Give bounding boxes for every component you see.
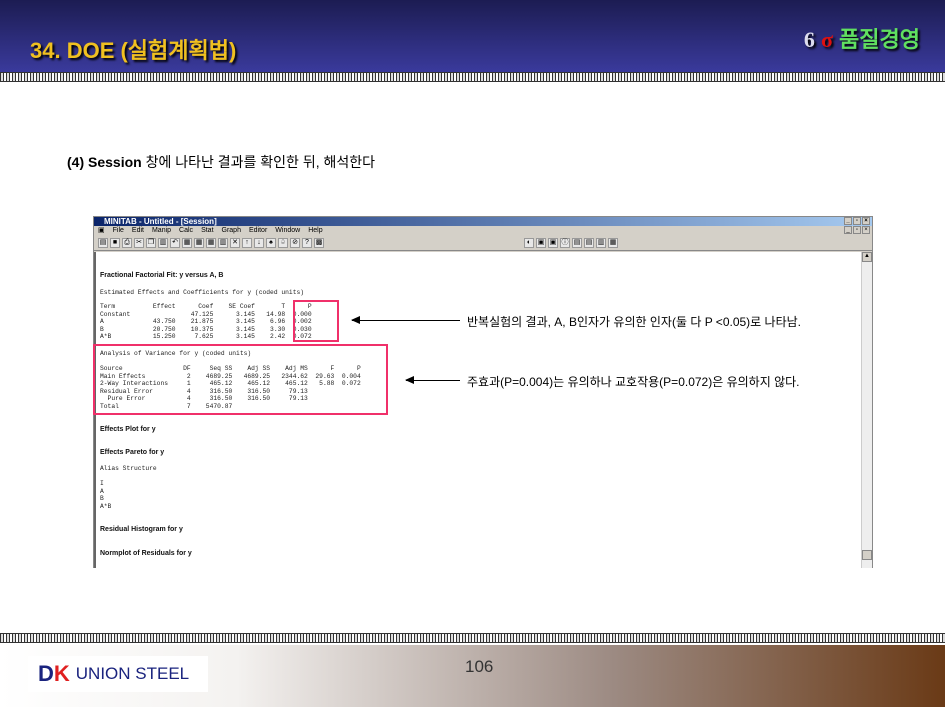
menu-calc[interactable]: Calc: [179, 226, 193, 236]
tool-icon-3[interactable]: ▣: [548, 238, 558, 248]
close-icon[interactable]: ×: [862, 217, 870, 225]
window-titlebar: MINITAB - Untitled - [Session] _ ▫ ×: [94, 217, 872, 226]
graph-icon[interactable]: ✕: [230, 238, 240, 248]
child-close-icon[interactable]: ×: [862, 226, 870, 234]
arrow-left-icon: [351, 316, 460, 324]
logo-name: UNION STEEL: [75, 664, 190, 683]
print-icon[interactable]: ⎙: [122, 238, 132, 248]
effects-plot-heading: Effects Plot for y: [100, 426, 156, 433]
grid-icon[interactable]: ▦: [206, 238, 216, 248]
replace-icon[interactable]: ♤: [278, 238, 288, 248]
cancel-icon[interactable]: ⊘: [290, 238, 300, 248]
logo-mark: DK: [38, 661, 70, 686]
effects-table: Term Effect Coef SE Coef T P Constant 47…: [100, 303, 312, 341]
info-icon[interactable]: ⓘ: [560, 238, 570, 248]
copy-icon[interactable]: ❐: [146, 238, 156, 248]
p-value-highlight: [293, 300, 339, 342]
fit-heading: Fractional Factorial Fit: y versus A, B: [100, 272, 224, 279]
minimize-icon[interactable]: _: [844, 217, 852, 225]
step-instruction: (4) Session 창에 나타난 결과를 확인한 뒤, 해석한다: [67, 152, 375, 172]
union-steel-logo: DK UNION STEEL: [28, 656, 208, 692]
bottom-border: [0, 633, 945, 643]
normplot-heading: Normplot of Residuals for y: [100, 550, 192, 557]
down-arrow-icon[interactable]: ↓: [254, 238, 264, 248]
scroll-thumb[interactable]: [862, 550, 872, 560]
brand-six: 6: [803, 27, 815, 52]
brand-title: 6 σ 품질경영: [804, 22, 920, 54]
alias-title: Alias Structure: [100, 465, 157, 472]
tool-icon-8[interactable]: ▦: [608, 238, 618, 248]
slide-title: 34. DOE (실험계획법): [30, 38, 237, 63]
effects-pareto-heading: Effects Pareto for y: [100, 449, 165, 456]
tool-icon-7[interactable]: ▥: [596, 238, 606, 248]
child-minimize-icon[interactable]: _: [844, 226, 852, 234]
cut-icon[interactable]: ✂: [134, 238, 144, 248]
session-window-icon[interactable]: ▦: [182, 238, 192, 248]
menu-manip[interactable]: Manip: [152, 226, 171, 236]
top-border: [0, 72, 945, 82]
toolbar: ▤ ■ ⎙ ✂ ❐ ▥ ↶ ▦ ▦ ▦ ▥ ✕ ↑ ↓ ♠ ♤ ⊘? ▩ ◐ ▣ ▣ ⓘ ▤ ▤ ▥ ▦: [94, 236, 872, 251]
alias-list: I A B A*B: [100, 480, 112, 510]
tool-icon-1[interactable]: ◐: [524, 238, 534, 248]
up-arrow-icon[interactable]: ↑: [242, 238, 252, 248]
step-text: 창에 나타난 결과를 확인한 뒤, 해석한다: [145, 154, 376, 170]
table-icon[interactable]: ▥: [218, 238, 228, 248]
open-icon[interactable]: ▤: [98, 238, 108, 248]
child-restore-icon[interactable]: ▫: [853, 226, 861, 234]
residual-histogram-heading: Residual Histogram for y: [100, 526, 183, 533]
menu-file[interactable]: File: [113, 226, 124, 236]
effects-title: Estimated Effects and Coefficients for y…: [100, 289, 305, 296]
worksheet-icon[interactable]: ▦: [194, 238, 204, 248]
save-icon[interactable]: ■: [110, 238, 120, 248]
help-icon[interactable]: ?: [302, 238, 312, 248]
tool-icon-6[interactable]: ▤: [584, 238, 594, 248]
menu-help[interactable]: Help: [308, 226, 322, 236]
menu-edit[interactable]: Edit: [132, 226, 144, 236]
annotation-effects: 반복실험의 결과, A, B인자가 유의한 인자(둘 다 P <0.05)로 나…: [467, 315, 801, 329]
menu-editor[interactable]: Editor: [249, 226, 267, 236]
scroll-up-icon[interactable]: ▲: [862, 252, 872, 262]
menu-stat[interactable]: Stat: [201, 226, 213, 236]
step-number: (4) Session: [67, 154, 142, 170]
session-icon: ▣: [98, 227, 105, 234]
sigma-symbol: σ: [820, 27, 833, 52]
menu-bar: ▣ File Edit Manip Calc Stat Graph Editor…: [94, 226, 872, 236]
slide-header: 34. DOE (실험계획법) 6 σ 품질경영: [0, 0, 945, 72]
tool-icon-2[interactable]: ▣: [536, 238, 546, 248]
restore-icon[interactable]: ▫: [853, 217, 861, 225]
menu-graph[interactable]: Graph: [222, 226, 241, 236]
find-icon[interactable]: ♠: [266, 238, 276, 248]
menu-window[interactable]: Window: [275, 226, 300, 236]
brand-text: 품질경영: [839, 27, 920, 52]
page-number: 106: [465, 657, 494, 676]
tool-icon-5[interactable]: ▤: [572, 238, 582, 248]
annotation-anova: 주효과(P=0.004)는 유의하나 교호작용(P=0.072)은 유의하지 않…: [467, 375, 800, 389]
window-title: MINITAB - Untitled - [Session]: [104, 217, 217, 226]
arrow-left-icon: [405, 376, 460, 384]
vertical-scrollbar[interactable]: ▲: [861, 252, 872, 568]
paste-icon[interactable]: ▥: [158, 238, 168, 248]
anova-highlight: [93, 344, 388, 415]
undo-icon[interactable]: ↶: [170, 238, 180, 248]
project-icon[interactable]: ▩: [314, 238, 324, 248]
